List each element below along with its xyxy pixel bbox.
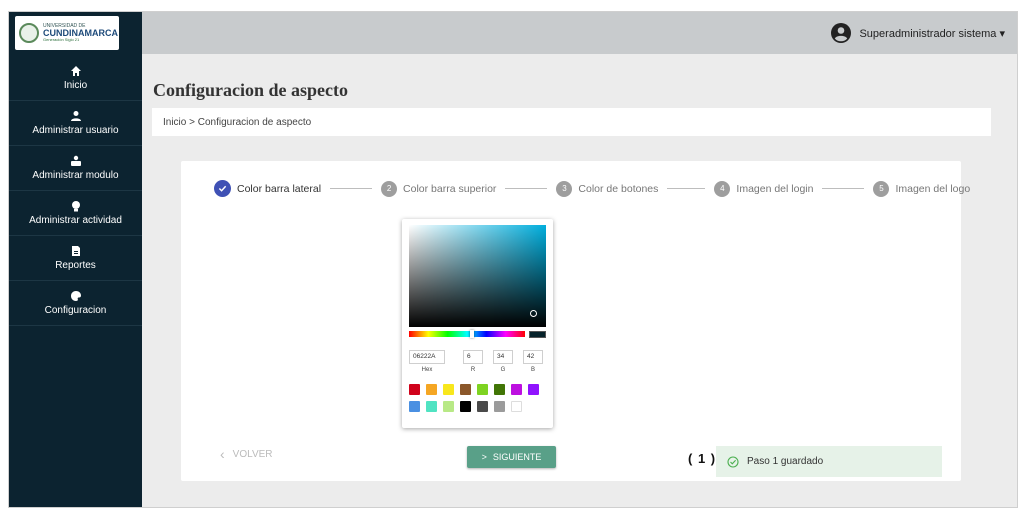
saturation-cursor[interactable]	[530, 310, 537, 317]
color-swatch[interactable]	[443, 401, 454, 412]
user-icon	[70, 111, 81, 121]
r-input[interactable]	[463, 349, 483, 364]
logo-line-3: Generación Siglo 21	[43, 37, 80, 42]
step-connector	[330, 188, 373, 189]
g-input[interactable]	[493, 349, 513, 364]
top-bar: Superadministrador sistema ▾	[142, 12, 1017, 54]
page-title: Configuracion de aspecto	[153, 80, 348, 100]
color-swatch[interactable]	[494, 401, 505, 412]
status-toast: Paso 1 guardado	[716, 446, 942, 477]
hex-input[interactable]	[409, 349, 445, 364]
step-imagen-del-login[interactable]: 4 Imagen del login	[714, 180, 814, 197]
check-circle-icon	[727, 455, 739, 468]
r-label: R	[470, 366, 476, 373]
color-swatch[interactable]	[426, 401, 437, 412]
step-label: Imagen del login	[736, 182, 814, 195]
g-label: G	[500, 366, 506, 373]
step-color-barra-lateral[interactable]: Color barra lateral	[214, 180, 321, 197]
sidebar-nav: Inicio Administrar usuario Administrar m…	[9, 56, 142, 326]
back-button-label: VOLVER	[232, 448, 273, 460]
color-swatch[interactable]	[443, 384, 454, 395]
b-label: B	[530, 366, 535, 373]
hue-slider-handle[interactable]	[470, 330, 474, 338]
step-label: Color barra lateral	[237, 182, 322, 195]
step-color-de-botones[interactable]: 3 Color de botones	[556, 180, 659, 197]
stepper: Color barra lateral 2 Color barra superi…	[214, 180, 970, 197]
breadcrumb-current: Configuracion de aspecto	[197, 117, 312, 128]
step-connector	[505, 188, 548, 189]
chevron-left-icon: ‹	[220, 446, 225, 462]
hex-label: Hex	[421, 366, 433, 373]
hue-slider[interactable]	[409, 330, 525, 338]
color-swatch[interactable]	[511, 401, 522, 412]
sidebar-item-label: Configuracion	[44, 305, 107, 316]
wizard-card	[181, 161, 961, 481]
color-swatch[interactable]	[460, 401, 471, 412]
color-swatch[interactable]	[426, 384, 437, 395]
palette-icon	[70, 291, 81, 301]
sidebar-item-reportes[interactable]: Reportes	[9, 236, 142, 281]
user-menu[interactable]: Superadministrador sistema ▾	[831, 23, 1005, 43]
breadcrumb-separator: >	[186, 117, 198, 128]
breadcrumb: Inicio > Configuracion de aspecto	[152, 108, 991, 136]
g-field-group: G	[493, 345, 513, 373]
color-picker: Hex R G B	[402, 219, 553, 428]
sidebar-item-label: Reportes	[55, 260, 96, 271]
saved-count: ( 1 )	[688, 451, 717, 466]
color-swatch[interactable]	[494, 384, 505, 395]
sidebar-item-label: Administrar usuario	[32, 125, 119, 136]
color-swatch[interactable]	[511, 384, 522, 395]
step-number: 4	[714, 180, 731, 197]
home-icon	[70, 66, 81, 76]
next-button-label: SIGUIENTE	[492, 452, 542, 462]
back-button[interactable]: ‹ VOLVER	[220, 446, 273, 462]
b-field-group: B	[523, 345, 543, 373]
step-color-barra-superior[interactable]: 2 Color barra superior	[381, 180, 497, 197]
saturation-area[interactable]	[409, 225, 546, 327]
step-number: 3	[556, 180, 573, 197]
color-swatch[interactable]	[477, 401, 488, 412]
breadcrumb-home[interactable]: Inicio	[163, 117, 186, 128]
color-swatch[interactable]	[409, 401, 420, 412]
sidebar-item-label: Inicio	[63, 80, 88, 91]
r-field-group: R	[463, 345, 483, 373]
step-number: 2	[381, 180, 398, 197]
color-swatch[interactable]	[477, 384, 488, 395]
account-circle-icon	[831, 23, 852, 43]
module-icon	[70, 155, 81, 166]
status-message: Paso 1 guardado	[747, 456, 824, 467]
step-label: Color barra superior	[403, 182, 497, 195]
sidebar-item-configuracion[interactable]: Configuracion	[9, 281, 142, 326]
step-label: Imagen del logo	[895, 182, 971, 195]
step-label: Color de botones	[578, 182, 659, 195]
sidebar-item-inicio[interactable]: Inicio	[9, 56, 142, 101]
sidebar-item-administrar-actividad[interactable]: Administrar actividad	[9, 191, 142, 236]
color-preview	[529, 331, 546, 338]
next-button[interactable]: > SIGUIENTE	[467, 446, 556, 468]
color-swatch[interactable]	[528, 384, 539, 395]
sidebar-item-administrar-modulo[interactable]: Administrar modulo	[9, 146, 142, 191]
step-connector	[822, 188, 865, 189]
sidebar-item-label: Administrar actividad	[29, 215, 122, 226]
preset-swatches	[409, 384, 546, 412]
university-seal-icon	[19, 23, 39, 43]
step-number: 5	[873, 180, 890, 197]
user-name: Superadministrador sistema ▾	[859, 27, 1005, 40]
sidebar: UNIVERSIDAD DE CUNDINAMARCA Generación S…	[9, 12, 142, 507]
sidebar-item-administrar-usuario[interactable]: Administrar usuario	[9, 101, 142, 146]
university-logo[interactable]: UNIVERSIDAD DE CUNDINAMARCA Generación S…	[15, 16, 119, 50]
logo-text: UNIVERSIDAD DE CUNDINAMARCA Generación S…	[43, 24, 118, 42]
step-connector	[667, 188, 706, 189]
color-swatch[interactable]	[409, 384, 420, 395]
hex-field-group: Hex	[409, 345, 445, 373]
activity-icon	[71, 201, 80, 212]
b-input[interactable]	[523, 349, 543, 364]
file-icon	[71, 246, 80, 256]
sidebar-item-label: Administrar modulo	[32, 170, 119, 181]
step-imagen-del-logo[interactable]: 5 Imagen del logo	[873, 180, 971, 197]
check-circle-icon	[214, 180, 231, 197]
color-swatch[interactable]	[460, 384, 471, 395]
chevron-right-icon: >	[481, 452, 487, 462]
